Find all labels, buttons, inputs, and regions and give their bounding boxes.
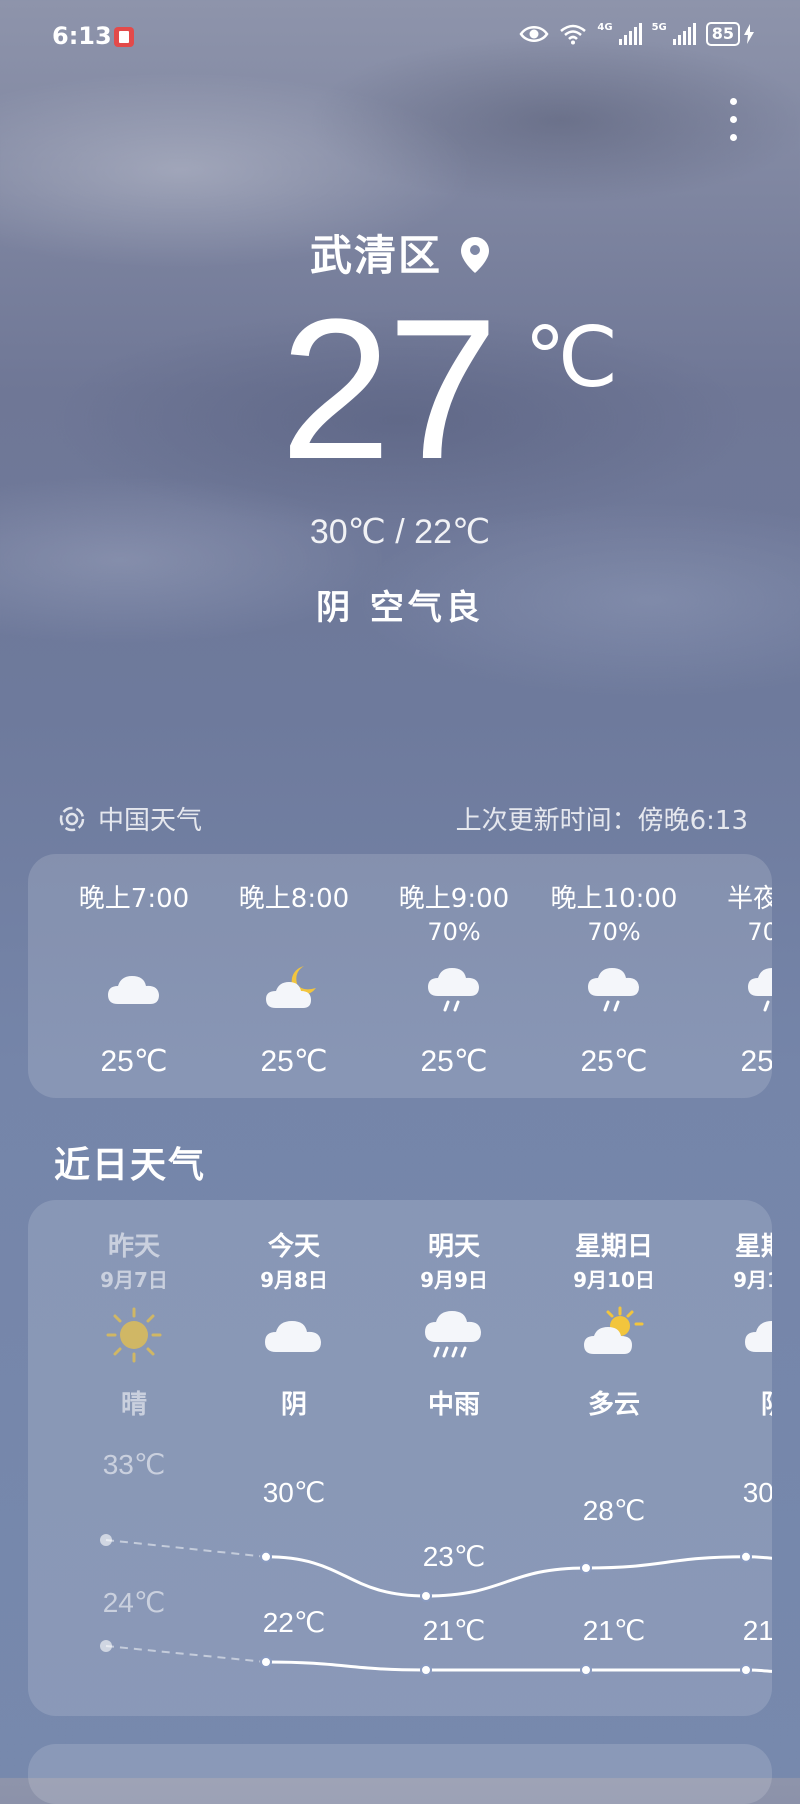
current-temperature: 27 <box>280 278 498 501</box>
high-past-segment <box>105 1539 267 1558</box>
dot-icon <box>729 98 737 105</box>
hour-time: 半夜11: <box>727 884 772 914</box>
hour-temperature: 25℃ <box>420 1045 488 1078</box>
daily-section-title: 近日天气 <box>54 1145 207 1186</box>
signal-icon <box>618 23 642 45</box>
light-rain-icon <box>588 968 639 1012</box>
temperature-range: 30℃ / 22℃ <box>309 513 491 551</box>
hour-temperature: 25℃ <box>740 1045 772 1078</box>
high-point <box>580 1562 592 1574</box>
low-temp-label: 22℃ <box>262 1607 326 1638</box>
location-header[interactable]: 武清区 <box>0 222 800 283</box>
battery-level: 85 <box>705 22 740 46</box>
source-row: 中国天气 上次更新时间：傍晚6:13 <box>58 800 748 836</box>
light-rain-icon <box>748 968 772 1012</box>
dot-icon <box>729 134 737 141</box>
low-point <box>260 1656 272 1668</box>
hour-time: 晚上9:00 <box>398 884 510 914</box>
status-bar: 6:13 4G 5G 85 <box>0 0 800 76</box>
provider[interactable]: 中国天气 <box>58 800 202 837</box>
hour-time: 晚上8:00 <box>238 884 350 914</box>
network-type-1: 4G <box>597 22 613 33</box>
high-temp-label: 23℃ <box>422 1541 486 1572</box>
last-updated: 上次更新时间：傍晚6:13 <box>455 806 748 836</box>
more-options-button[interactable] <box>728 98 738 150</box>
low-temp-label: 21℃ <box>742 1615 772 1646</box>
cloudy-icon <box>108 976 159 1004</box>
daily-forecast-card[interactable]: 昨天 9月7日 晴 今天 9月8日 阴 明天 9月9日 中雨 星期日 9月10日… <box>28 1200 772 1716</box>
wifi-icon <box>560 24 587 45</box>
low-point <box>100 1640 112 1652</box>
current-condition: 阴 空气良 <box>316 588 484 628</box>
location-pin-icon <box>461 236 489 273</box>
hour-temperature: 25℃ <box>580 1045 648 1078</box>
high-point <box>100 1534 112 1546</box>
status-time: 6:13 <box>52 22 112 50</box>
high-point <box>260 1550 272 1563</box>
temperature-unit: ℃ <box>524 310 619 404</box>
high-trend-line <box>265 1555 772 1598</box>
rain-probability: 70% <box>587 918 641 946</box>
low-temp-label: 24℃ <box>102 1587 166 1618</box>
low-trend-line <box>265 1660 772 1673</box>
high-point <box>740 1550 752 1563</box>
hour-time: 晚上7:00 <box>78 884 190 914</box>
high-temp-label: 30℃ <box>742 1477 772 1508</box>
low-point <box>580 1664 592 1676</box>
provider-logo-icon <box>59 806 85 831</box>
cloudy-moon-icon <box>266 966 316 1008</box>
hour-time: 晚上10:00 <box>550 884 678 914</box>
low-point <box>420 1664 432 1676</box>
high-point <box>420 1590 432 1602</box>
provider-name: 中国天气 <box>98 806 203 836</box>
charging-icon <box>744 24 754 44</box>
low-temp-label: 21℃ <box>582 1615 646 1646</box>
hour-temperature: 25℃ <box>100 1045 168 1078</box>
rain-probability: 70% <box>427 918 481 946</box>
high-temp-label: 28℃ <box>582 1495 646 1526</box>
hourly-forecast-card[interactable]: 晚上7:00 25℃ 晚上8:00 25℃ 晚上9:00 70% 25℃ 晚上1… <box>28 854 772 1098</box>
signal-icon-2 <box>672 23 696 45</box>
low-temp-label: 21℃ <box>422 1615 486 1646</box>
low-past-segment <box>105 1645 267 1663</box>
high-temp-label: 30℃ <box>262 1477 326 1508</box>
notification-app-icon <box>114 27 134 47</box>
dot-icon <box>729 116 737 123</box>
location-name: 武清区 <box>309 231 442 280</box>
light-rain-icon <box>428 968 479 1012</box>
hour-temperature: 25℃ <box>260 1045 328 1078</box>
low-point <box>740 1664 752 1676</box>
high-temp-label: 33℃ <box>102 1449 166 1480</box>
next-card <box>28 1744 772 1804</box>
rain-probability: 70% <box>747 918 772 946</box>
network-type-2: 5G <box>651 22 667 33</box>
status-icons: 4G 5G 85 <box>519 22 754 46</box>
eye-icon <box>519 26 549 42</box>
